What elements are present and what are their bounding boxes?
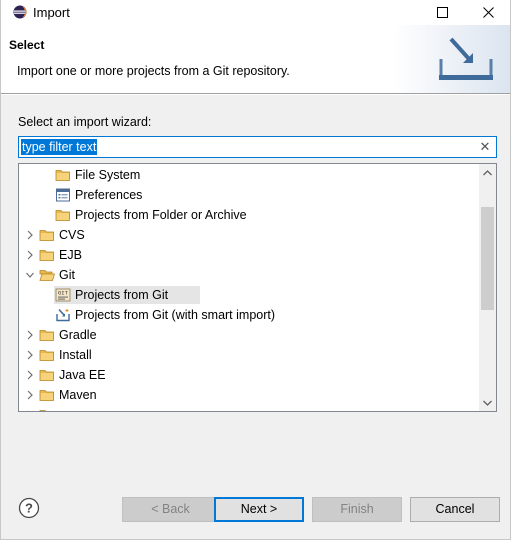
svg-text:GIT: GIT	[58, 290, 69, 297]
chevron-up-icon	[483, 169, 492, 175]
smart-import-icon	[55, 308, 71, 322]
scroll-up-button[interactable]	[479, 164, 496, 181]
wizard-tree[interactable]: File System Preferences Projects from Fold…	[18, 163, 497, 412]
folder-icon	[39, 368, 55, 382]
tree-item-label: Projects from Git	[75, 288, 169, 302]
cancel-button[interactable]: Cancel	[410, 497, 500, 522]
folder-icon	[39, 228, 55, 242]
tree-item-label: Maven	[59, 388, 97, 402]
tree-item-maven[interactable]: Maven	[19, 385, 479, 405]
tree-item-label: Gradle	[59, 328, 97, 342]
chevron-right-icon[interactable]	[25, 409, 35, 411]
window-title: Import	[33, 5, 70, 20]
chevron-right-icon[interactable]	[25, 349, 35, 361]
preferences-icon	[55, 188, 71, 202]
tree-item-label: Projects from Folder or Archive	[75, 208, 247, 222]
git-project-icon: GIT	[55, 288, 71, 302]
tree-item-label: Preferences	[75, 188, 143, 202]
tree-item-git[interactable]: Git	[19, 265, 479, 285]
chevron-right-icon[interactable]	[25, 329, 35, 341]
page-description: Import one or more projects from a Git r…	[17, 64, 290, 78]
tree-item-label: CVS	[59, 228, 85, 242]
tree-item-ejb[interactable]: EJB	[19, 245, 479, 265]
maximize-icon	[436, 7, 448, 18]
filter-input-text[interactable]: type filter text	[21, 139, 98, 155]
import-wizard-banner-icon	[393, 25, 510, 93]
tree-scrollbar[interactable]	[479, 164, 496, 411]
folder-icon	[39, 388, 55, 402]
chevron-right-icon[interactable]	[25, 229, 35, 241]
tree-item-file-system[interactable]: File System	[19, 165, 479, 185]
clear-icon[interactable]: ✕	[478, 139, 492, 155]
filter-field[interactable]: type filter text ✕	[18, 136, 497, 158]
wizard-list-label: Select an import wizard:	[18, 115, 152, 129]
tree-item-label: EJB	[59, 248, 82, 262]
tree-item-projects-from-folder-or-archive[interactable]: Projects from Folder or Archive	[19, 205, 479, 225]
tree-item-label: Install	[59, 348, 92, 362]
tree-item-gradle[interactable]: Gradle	[19, 325, 479, 345]
tree-item-cvs[interactable]: CVS	[19, 225, 479, 245]
tree-item-partial[interactable]	[19, 405, 479, 411]
banner-divider-highlight	[1, 94, 510, 95]
page-title: Select	[9, 38, 45, 52]
chevron-right-icon[interactable]	[25, 249, 35, 261]
tree-item-label: Java EE	[59, 368, 106, 382]
folder-icon	[55, 168, 71, 182]
chevron-down-icon	[483, 400, 492, 406]
scroll-down-button[interactable]	[479, 394, 496, 411]
maximize-button[interactable]	[419, 0, 465, 25]
folder-open-icon	[39, 268, 56, 282]
scroll-thumb[interactable]	[481, 207, 494, 310]
chevron-right-icon[interactable]	[25, 389, 35, 401]
tree-item-java-ee[interactable]: Java EE	[19, 365, 479, 385]
folder-icon	[55, 208, 71, 222]
folder-icon	[39, 248, 55, 262]
eclipse-icon	[13, 5, 27, 19]
import-dialog: Import Select Import one or more project…	[0, 0, 511, 540]
folder-icon	[39, 328, 55, 342]
tree-item-preferences[interactable]: Preferences	[19, 185, 479, 205]
tree-item-label: Projects from Git (with smart import)	[75, 308, 276, 322]
finish-button[interactable]: Finish	[312, 497, 402, 522]
title-bar[interactable]: Import	[1, 0, 510, 25]
back-button[interactable]: < Back	[122, 497, 219, 522]
wizard-tree-rows: File System Preferences Projects from Fold…	[19, 164, 479, 411]
wizard-banner: Select Import one or more projects from …	[1, 25, 510, 93]
tree-item-projects-from-git-with-smart-import[interactable]: Projects from Git (with smart import)	[19, 305, 479, 325]
chevron-right-icon[interactable]	[25, 369, 35, 381]
help-icon[interactable]: ?	[18, 497, 40, 519]
chevron-down-icon[interactable]	[25, 269, 35, 281]
tree-item-projects-from-git[interactable]: GIT Projects from Git	[19, 285, 479, 305]
folder-icon	[39, 408, 55, 411]
folder-icon	[39, 348, 55, 362]
tree-item-label: File System	[75, 168, 141, 182]
tree-item-install[interactable]: Install	[19, 345, 479, 365]
tree-item-label: Git	[59, 268, 75, 282]
svg-text:?: ?	[25, 501, 33, 516]
next-button[interactable]: Next >	[214, 497, 304, 522]
close-button[interactable]	[465, 0, 511, 25]
close-icon	[482, 7, 494, 18]
